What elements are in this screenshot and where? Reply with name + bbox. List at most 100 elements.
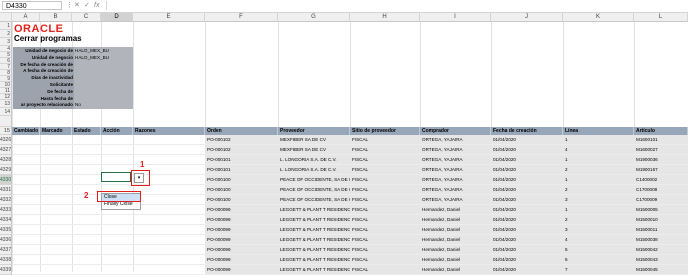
table-cell[interactable]: FISCAL xyxy=(350,245,420,255)
table-cell[interactable] xyxy=(133,205,205,215)
table-cell[interactable]: PEACE OF OCCIDENTE, SA DE C xyxy=(278,195,350,205)
table-cell[interactable] xyxy=(101,255,133,265)
table-header-lnea[interactable]: Línea xyxy=(563,127,634,135)
table-cell[interactable]: 1 xyxy=(563,205,634,215)
table-header-artculo[interactable]: Artículo xyxy=(634,127,688,135)
table-cell[interactable] xyxy=(133,215,205,225)
table-cell[interactable]: 01/04/2020 xyxy=(491,255,563,265)
table-cell[interactable]: ORTEGA, YAJAIRA xyxy=(420,185,491,195)
table-cell[interactable]: ORTEGA, YAJAIRA xyxy=(420,155,491,165)
table-cell[interactable]: 01/04/2020 xyxy=(491,165,563,175)
table-cell[interactable] xyxy=(40,245,72,255)
table-cell[interactable]: LEGGETT & PLANT T RESIDENC xyxy=(278,255,350,265)
table-cell[interactable]: PO-000099 xyxy=(205,205,278,215)
column-header-k[interactable]: K xyxy=(563,13,634,22)
table-cell[interactable] xyxy=(12,155,40,165)
row-header[interactable]: 4328 xyxy=(0,155,12,165)
row-header[interactable] xyxy=(0,116,12,127)
table-cell[interactable]: M1500038 xyxy=(634,235,688,245)
table-cell[interactable]: 01/04/2020 xyxy=(491,245,563,255)
function-icon[interactable]: fx xyxy=(94,0,99,11)
table-cell[interactable]: FISCAL xyxy=(350,135,420,145)
table-cell[interactable]: L. LONGORIA S.A. DE C.V. xyxy=(278,165,350,175)
table-cell[interactable]: 01/04/2020 xyxy=(491,205,563,215)
table-cell[interactable]: 2 xyxy=(563,185,634,195)
table-cell[interactable]: M1600101 xyxy=(634,135,688,145)
table-cell[interactable]: FISCAL xyxy=(350,155,420,165)
table-cell[interactable]: M1500010 xyxy=(634,215,688,225)
table-cell[interactable]: 01/04/2020 xyxy=(491,225,563,235)
table-cell[interactable]: 01/04/2020 xyxy=(491,175,563,185)
table-cell[interactable]: M1500011 xyxy=(634,225,688,235)
param-value[interactable]: No xyxy=(75,102,81,108)
table-cell[interactable]: LEGGETT & PLANT T RESIDENC xyxy=(278,265,350,275)
column-header-b[interactable]: B xyxy=(40,13,72,22)
table-cell[interactable]: FISCAL xyxy=(350,255,420,265)
table-cell[interactable]: 3 xyxy=(563,195,634,205)
table-cell[interactable] xyxy=(12,165,40,175)
table-cell[interactable] xyxy=(133,265,205,275)
table-cell[interactable]: FISCAL xyxy=(350,235,420,245)
select-all-corner[interactable] xyxy=(0,13,12,22)
table-header-estado[interactable]: Estado xyxy=(72,127,101,135)
table-header-marcado[interactable]: Marcado xyxy=(40,127,72,135)
table-cell[interactable]: PO-000099 xyxy=(205,225,278,235)
table-cell[interactable]: LEGGETT & PLANT T RESIDENC xyxy=(278,215,350,225)
table-cell[interactable]: Hernandez, Daniel xyxy=(420,255,491,265)
table-cell[interactable]: PO-000102 xyxy=(205,145,278,155)
table-cell[interactable]: FISCAL xyxy=(350,165,420,175)
table-cell[interactable] xyxy=(101,235,133,245)
table-cell[interactable]: 1 xyxy=(563,155,634,165)
param-value[interactable]: HALO_MEX_BU xyxy=(75,48,109,54)
table-cell[interactable]: M1900167 xyxy=(634,165,688,175)
row-header[interactable]: 4339 xyxy=(0,265,12,275)
table-cell[interactable]: 01/04/2020 xyxy=(491,135,563,145)
table-cell[interactable]: PO-000100 xyxy=(205,185,278,195)
table-cell[interactable]: Hernandez, Daniel xyxy=(420,225,491,235)
table-header-comprador[interactable]: Comprador xyxy=(420,127,491,135)
table-cell[interactable] xyxy=(40,195,72,205)
table-cell[interactable]: 01/04/2020 xyxy=(491,185,563,195)
table-cell[interactable] xyxy=(40,175,72,185)
table-cell[interactable]: Hernandez, Daniel xyxy=(420,215,491,225)
row-header[interactable]: 2 xyxy=(0,30,12,38)
row-header[interactable]: 4327 xyxy=(0,145,12,155)
table-cell[interactable] xyxy=(72,215,101,225)
table-cell[interactable]: PO-000099 xyxy=(205,265,278,275)
table-cell[interactable] xyxy=(40,235,72,245)
table-cell[interactable]: PO-000099 xyxy=(205,215,278,225)
table-cell[interactable]: PO-000099 xyxy=(205,255,278,265)
table-cell[interactable] xyxy=(12,265,40,275)
table-cell[interactable]: FISCAL xyxy=(350,225,420,235)
table-cell[interactable] xyxy=(40,145,72,155)
table-cell[interactable] xyxy=(72,175,101,185)
table-cell[interactable]: LEGGETT & PLANT T RESIDENC xyxy=(278,205,350,215)
table-cell[interactable]: LEGGETT & PLANT T RESIDENC xyxy=(278,235,350,245)
column-header-c[interactable]: C xyxy=(72,13,101,22)
table-cell[interactable] xyxy=(133,145,205,155)
enter-icon[interactable]: ✓ xyxy=(84,0,90,11)
table-cell[interactable] xyxy=(40,205,72,215)
table-cell[interactable]: 7 xyxy=(563,265,634,275)
table-cell[interactable]: 4 xyxy=(563,235,634,245)
table-cell[interactable]: PEACE OF OCCIDENTE, SA DE C xyxy=(278,185,350,195)
table-cell[interactable]: 6 xyxy=(563,255,634,265)
table-cell[interactable] xyxy=(133,195,205,205)
table-cell[interactable]: 01/04/2020 xyxy=(491,145,563,155)
row-header[interactable]: 4333 xyxy=(0,205,12,215)
table-cell[interactable] xyxy=(133,225,205,235)
table-cell[interactable]: MEXFIBER SA DE CV xyxy=(278,135,350,145)
table-cell[interactable] xyxy=(12,235,40,245)
param-value[interactable]: HALO_MEX_BU xyxy=(75,55,109,61)
cancel-icon[interactable]: ✕ xyxy=(74,0,80,11)
column-header-j[interactable]: J xyxy=(491,13,563,22)
column-header-a[interactable]: A xyxy=(12,13,40,22)
table-cell[interactable]: ORTEGA, YAJAIRA xyxy=(420,165,491,175)
table-cell[interactable]: Hernandez, Daniel xyxy=(420,235,491,245)
table-cell[interactable] xyxy=(72,245,101,255)
table-cell[interactable]: C1700008 xyxy=(634,185,688,195)
table-header-razones[interactable]: Razones xyxy=(133,127,205,135)
table-cell[interactable]: Hernandez, Daniel xyxy=(420,205,491,215)
table-cell[interactable] xyxy=(12,215,40,225)
table-cell[interactable]: C1700009 xyxy=(634,195,688,205)
